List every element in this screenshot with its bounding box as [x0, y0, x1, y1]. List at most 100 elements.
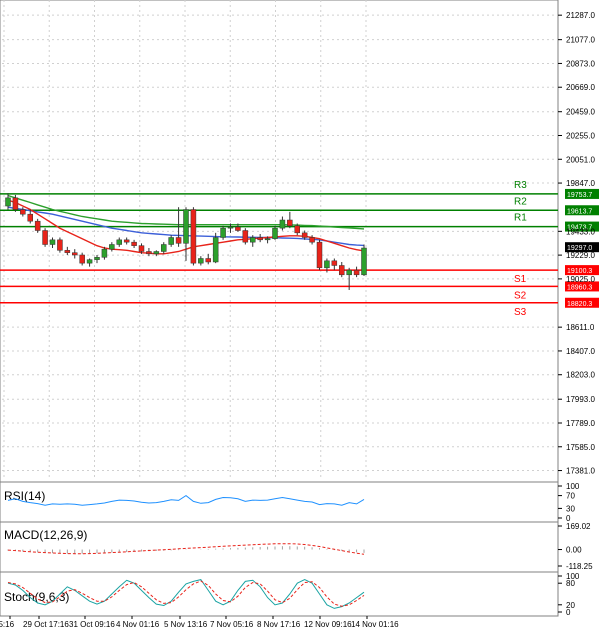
- candle-body: [190, 209, 197, 264]
- candle-body: [146, 251, 152, 255]
- x-tick-label: 8 Nov 17:16: [257, 620, 301, 629]
- candle-body: [27, 213, 33, 222]
- rsi-label: RSI(14): [4, 489, 45, 503]
- candle-body: [294, 225, 300, 234]
- y-tick-label: 18611.0: [566, 323, 595, 332]
- candle-body: [309, 237, 315, 243]
- main-panel-frame: [0, 0, 559, 483]
- y-tick-label: 18407.0: [566, 347, 595, 356]
- rsi-tick-label: 100: [566, 482, 580, 491]
- y-tick-label: 19433.0: [566, 227, 595, 236]
- candle-body: [227, 226, 234, 229]
- candle-body: [331, 260, 338, 266]
- y-tick-label: 20459.0: [566, 108, 595, 117]
- level-name-r1: R1: [514, 213, 527, 224]
- candle-body: [5, 197, 11, 207]
- x-tick-label: 4 Nov 01:16: [116, 620, 160, 629]
- y-tick-label: 19025.0: [566, 275, 595, 284]
- candle-body: [235, 226, 241, 231]
- candle-body: [301, 232, 308, 238]
- y-tick-label: 20873.0: [566, 59, 595, 68]
- candle-body: [198, 258, 204, 264]
- candle-body: [353, 269, 360, 276]
- candle-body: [361, 247, 367, 276]
- rsi-axis: 10070300: [558, 482, 580, 523]
- candle-body: [42, 230, 48, 245]
- candle-body: [57, 239, 63, 251]
- candle-body: [101, 248, 108, 258]
- level-value-r3: 19753.7: [567, 192, 592, 199]
- candle-body: [153, 251, 160, 255]
- candle-body: [72, 252, 78, 256]
- candle-body: [34, 220, 41, 231]
- candle-body: [20, 209, 26, 215]
- candle-body: [205, 258, 211, 263]
- candle-body: [346, 269, 352, 276]
- y-tick-label: 21077.0: [566, 36, 595, 45]
- stoch-tick-label: 80: [566, 579, 575, 588]
- y-tick-label: 18203.0: [566, 371, 595, 380]
- y-tick-label: 20051.0: [566, 155, 595, 164]
- candle-body: [183, 209, 189, 244]
- level-value-s2: 18960.3: [567, 284, 592, 291]
- y-tick-label: 21287.0: [566, 11, 595, 20]
- candle-body: [242, 230, 249, 243]
- trading-chart: R319753.7R219613.7R119473.7S119100.3S218…: [0, 0, 599, 629]
- level-name-r2: R2: [514, 196, 527, 207]
- macd-axis: 169.02 0.00 -118.25: [558, 522, 593, 571]
- candle-body: [123, 239, 130, 243]
- candle-body: [175, 237, 182, 244]
- x-tick-label: 31 Oct 09:16: [69, 620, 115, 629]
- candle-body: [279, 219, 286, 229]
- level-value-s3: 18820.3: [567, 301, 592, 308]
- y-tick-label: 17789.0: [566, 419, 595, 428]
- stoch-axis: 10080200: [558, 572, 580, 617]
- stoch-tick-label: 0: [566, 608, 571, 617]
- candle-body: [94, 257, 100, 260]
- candle-body: [287, 219, 293, 227]
- x-tick-label: 5 Nov 13:16: [164, 620, 208, 629]
- y-tick-label: 19229.0: [566, 251, 595, 260]
- x-tick-label: 29 Oct 17:16: [23, 620, 69, 629]
- macd-tick-label: 169.02: [566, 522, 591, 531]
- candle-body: [49, 239, 56, 245]
- level-name-r3: R3: [514, 180, 527, 191]
- candle-body: [109, 244, 115, 250]
- y-tick-label: 20255.0: [566, 131, 595, 140]
- macd-tick-label: -118.25: [566, 562, 593, 571]
- y-tick-label: 17585.0: [566, 443, 595, 452]
- candle-body: [86, 259, 93, 264]
- candle-body: [12, 197, 19, 210]
- time-axis: 05:16 29 Oct 17:1631 Oct 09:164 Nov 01:16…: [0, 616, 399, 629]
- rsi-panel-frame: [0, 481, 559, 523]
- rsi-tick-label: 30: [566, 504, 575, 513]
- candle-body: [161, 244, 167, 252]
- x-tick-label: 14 Nov 01:16: [351, 620, 399, 629]
- level-name-s1: S1: [514, 274, 527, 285]
- candle-body: [212, 237, 219, 263]
- y-tick-label: 20669.0: [566, 83, 595, 92]
- candle-body: [131, 241, 137, 246]
- y-tick-label: 17993.0: [566, 395, 595, 404]
- level-name-s2: S2: [514, 290, 527, 301]
- y-tick-label: 17381.0: [566, 467, 595, 476]
- candle-body: [316, 241, 323, 269]
- x-tick-label: 7 Nov 05:16: [210, 620, 254, 629]
- y-tick-label: 19847.0: [566, 179, 595, 188]
- candle-body: [138, 245, 145, 252]
- macd-panel: MACD(12,26,9) 169.02 0.00 -118.25: [0, 521, 593, 573]
- candle-body: [272, 227, 278, 239]
- rsi-panel: RSI(14) 10070300: [0, 481, 580, 523]
- x-tick-label: 05:16: [0, 620, 15, 629]
- level-name-s3: S3: [514, 307, 527, 318]
- candle-body: [257, 237, 263, 241]
- candle-body: [116, 239, 122, 245]
- candle-body: [168, 237, 174, 245]
- stoch-panel: Stoch(9,6,3) 10080200: [0, 571, 580, 617]
- x-tick-label: 12 Nov 09:16: [304, 620, 352, 629]
- macd-label: MACD(12,26,9): [4, 528, 87, 542]
- candle-body: [64, 250, 71, 253]
- candle-body: [250, 237, 256, 243]
- rsi-tick-label: 70: [566, 492, 575, 501]
- candle-body: [264, 238, 271, 241]
